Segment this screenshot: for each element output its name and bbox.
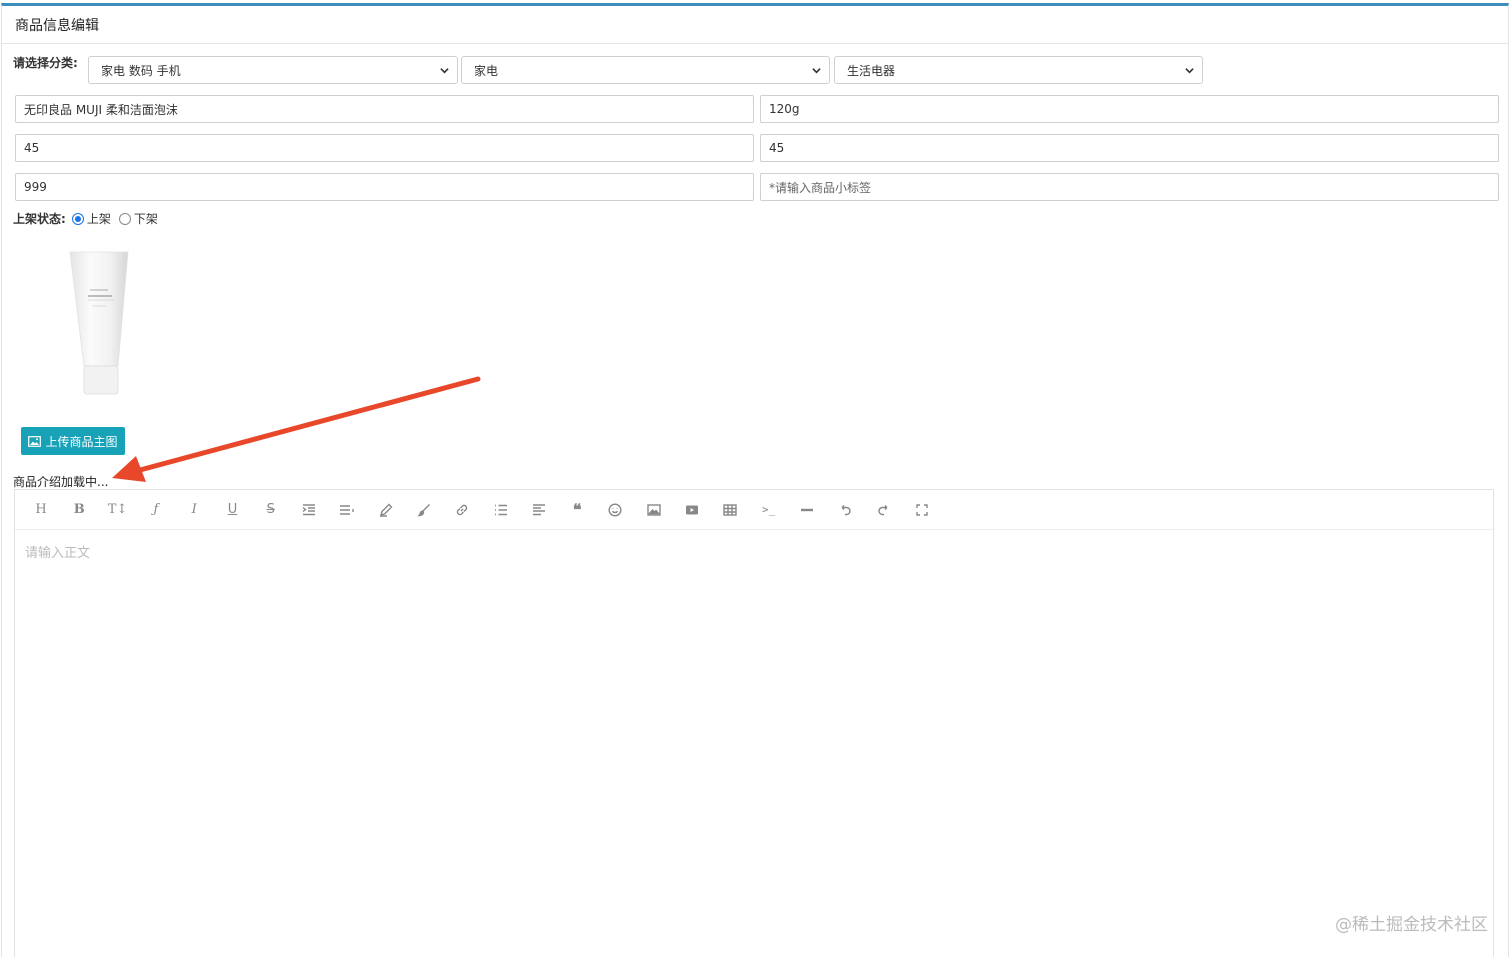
bold-icon[interactable]: B <box>66 497 92 523</box>
indent-icon-glyph <box>302 503 316 515</box>
status-off-label[interactable]: 下架 <box>134 210 158 227</box>
product-tag-input[interactable]: *请输入商品小标签 <box>760 173 1499 201</box>
product-spec-input[interactable]: 120g <box>760 95 1499 123</box>
upload-main-image-button[interactable]: 上传商品主图 <box>21 427 125 455</box>
image-icon <box>28 435 42 447</box>
underline-icon[interactable]: U <box>219 497 245 523</box>
undo-icon-glyph <box>841 504 851 515</box>
category-select-level2-value: 家电 <box>474 63 499 78</box>
upload-button-label: 上传商品主图 <box>45 434 118 449</box>
justify-icon[interactable] <box>526 497 552 523</box>
editor-content-area[interactable]: 请输入正文 <box>15 530 1493 573</box>
category-select-level1-value: 家电 数码 手机 <box>101 63 181 78</box>
link-icon[interactable] <box>449 497 475 523</box>
emoticon-icon[interactable] <box>602 497 628 523</box>
smile-icon <box>608 502 622 517</box>
play-icon <box>686 505 699 514</box>
strikethrough-icon[interactable]: S <box>258 497 284 523</box>
editor-placeholder: 请输入正文 <box>25 546 91 561</box>
shelf-status-row: 上架状态: 上架 下架 <box>13 210 166 227</box>
grid-icon <box>723 503 738 516</box>
video-icon[interactable] <box>679 497 705 523</box>
picture-icon <box>647 503 661 516</box>
product-stock-input[interactable]: 999 <box>15 173 754 201</box>
list-icon[interactable] <box>488 497 514 523</box>
quote-icon[interactable]: ❝ <box>564 497 590 523</box>
undo-icon[interactable] <box>832 497 858 523</box>
category-select-level3-value: 生活电器 <box>847 63 896 78</box>
watermark: @稀土掘金技术社区 <box>1335 915 1488 935</box>
category-select-level2[interactable]: 家电 <box>461 56 830 84</box>
font-color-icon[interactable] <box>373 497 399 523</box>
product-intro-label: 商品介绍加载中... <box>13 475 109 489</box>
divider-icon[interactable] <box>794 497 820 523</box>
chevron-down-icon <box>812 67 821 73</box>
horizontal-rule-icon <box>800 508 813 511</box>
background-color-icon[interactable] <box>411 497 437 523</box>
link-icon-glyph <box>457 504 468 515</box>
status-on-label[interactable]: 上架 <box>87 210 111 227</box>
list-icon-glyph <box>494 504 507 515</box>
category-select-level1[interactable]: 家电 数码 手机 <box>88 56 458 84</box>
editor-toolbar: H B T↕ ƒ I U S ❝ >_ <box>15 490 1493 530</box>
line-height-icon[interactable] <box>334 497 360 523</box>
redo-icon[interactable] <box>871 497 897 523</box>
table-icon[interactable] <box>717 497 743 523</box>
category-label: 请选择分类: <box>13 56 78 70</box>
expand-icon <box>916 503 928 516</box>
heading-icon[interactable]: H <box>28 497 54 523</box>
pencil-icon <box>379 503 393 517</box>
line-height-icon-glyph <box>340 504 355 515</box>
status-on-radio[interactable] <box>71 212 84 225</box>
rich-text-editor[interactable]: H B T↕ ƒ I U S ❝ >_ 请输入正文 <box>14 489 1494 957</box>
panel-title: 商品信息编辑 <box>15 17 99 34</box>
panel-header: 商品信息编辑 <box>2 6 1508 44</box>
image-icon[interactable] <box>641 497 667 523</box>
chevron-down-icon <box>1185 67 1194 73</box>
product-price-input[interactable]: 45 <box>15 134 754 162</box>
redo-icon-glyph <box>877 504 888 515</box>
justify-icon-glyph <box>532 503 545 515</box>
product-main-image <box>69 251 129 395</box>
fullscreen-icon[interactable] <box>909 497 935 523</box>
font-size-icon[interactable]: T↕ <box>105 497 131 523</box>
category-select-level3[interactable]: 生活电器 <box>834 56 1203 84</box>
shelf-status-label: 上架状态: <box>13 212 66 226</box>
chevron-down-icon <box>440 67 449 73</box>
product-name-input[interactable]: 无印良品 MUJI 柔和洁面泡沫 <box>15 95 754 123</box>
italic-icon[interactable]: I <box>181 497 207 523</box>
code-icon[interactable]: >_ <box>756 497 782 523</box>
product-price2-input[interactable]: 45 <box>760 134 1499 162</box>
status-off-radio[interactable] <box>118 212 131 225</box>
indent-icon[interactable] <box>296 497 322 523</box>
brush-icon <box>417 503 430 516</box>
font-family-icon[interactable]: ƒ <box>143 497 169 523</box>
